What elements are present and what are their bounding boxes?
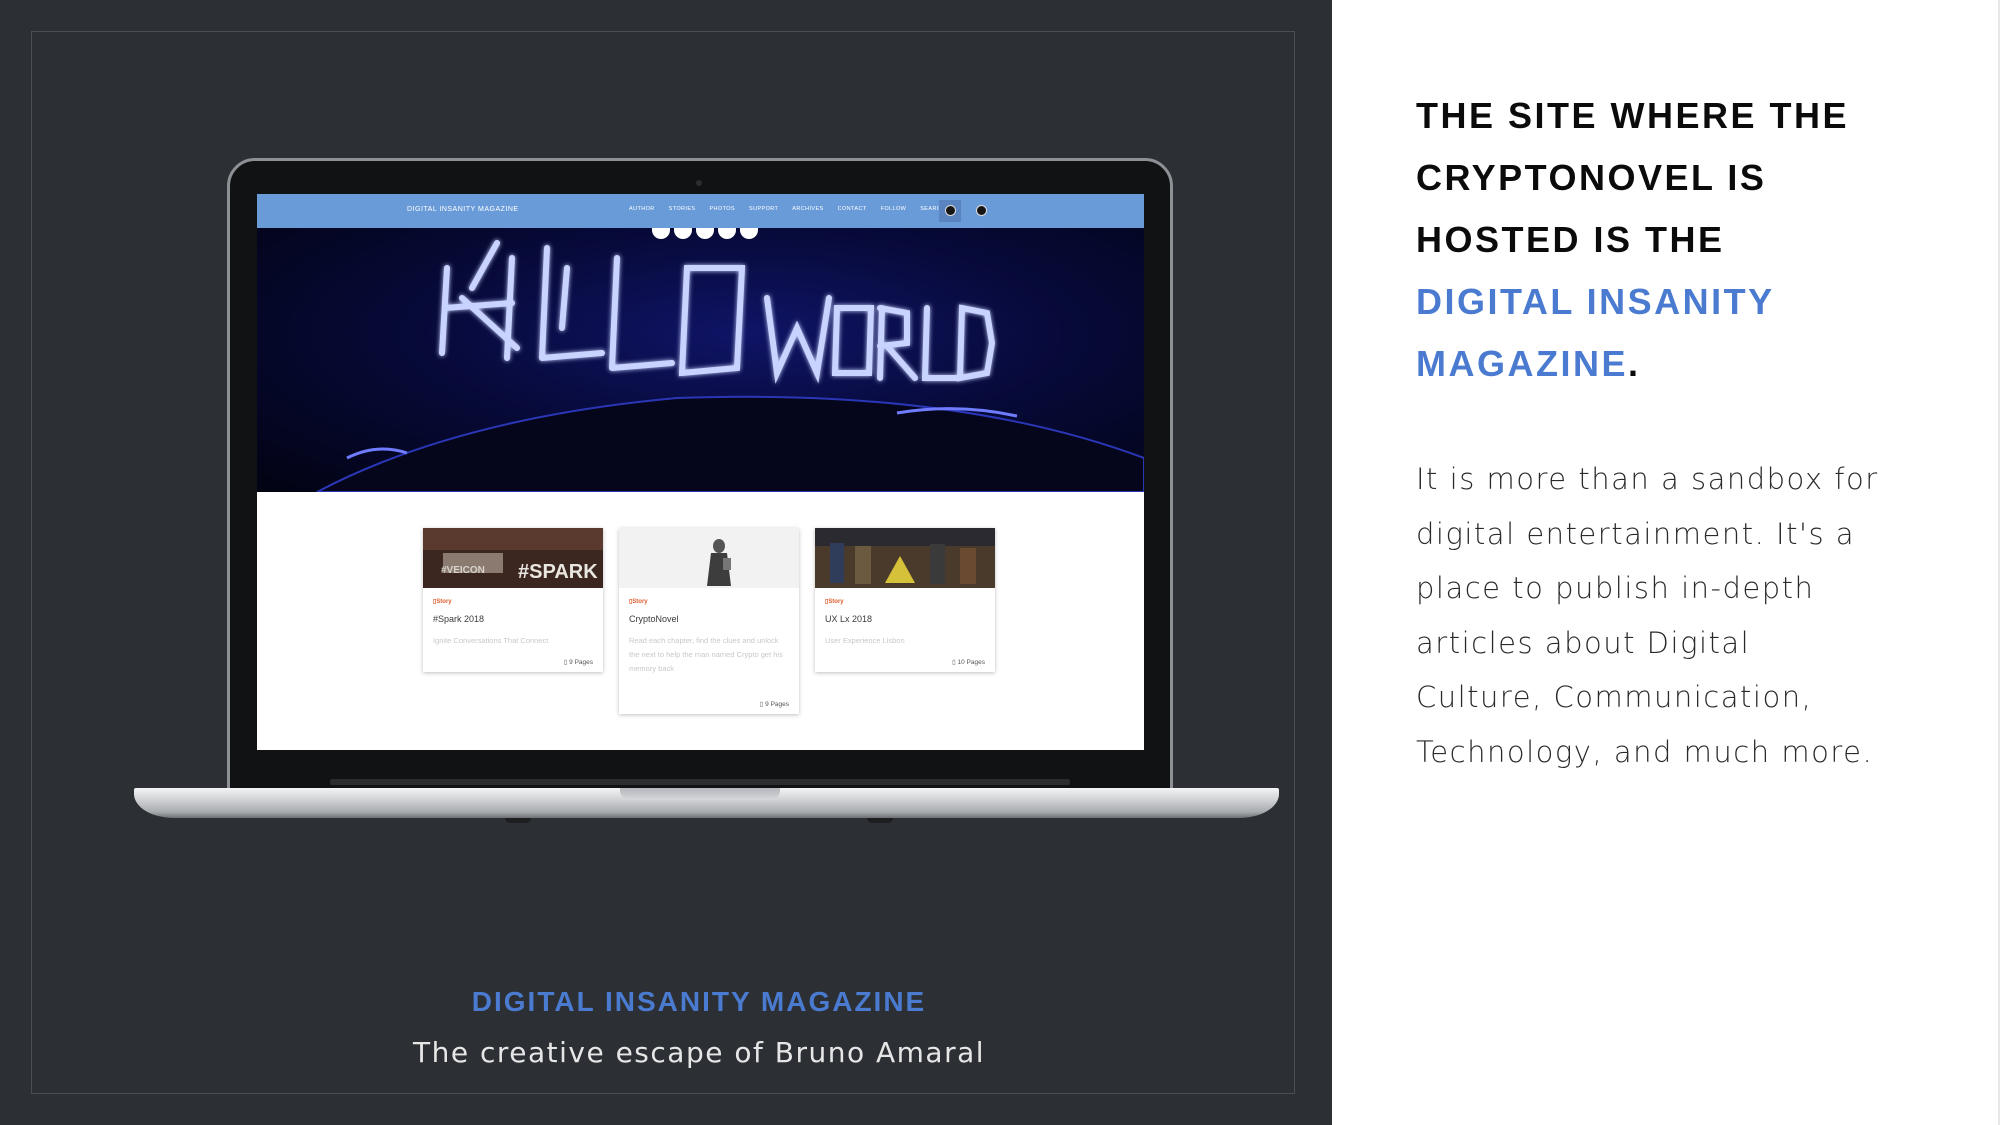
menu-item-support[interactable]: SUPPORT	[749, 206, 778, 212]
info-panel: THE SITE WHERE THE CRYPTONOVEL IS HOSTED…	[1332, 0, 2000, 1125]
card-page-count: ▯ 9 Pages	[759, 701, 789, 708]
menu-item-stories[interactable]: STORIES	[669, 206, 696, 212]
card-description: Read each chapter, find the clues and un…	[629, 636, 783, 673]
menu-item-archives[interactable]: ARCHIVES	[792, 206, 823, 212]
neon-sign-graphic	[316, 240, 1144, 492]
headline-line: HOSTED IS THE	[1416, 219, 1725, 260]
caption-subtitle: The creative escape of Bruno Amaral	[412, 1036, 986, 1069]
menu-item-follow[interactable]: FOLLOW	[881, 206, 907, 212]
uxlx-photo	[815, 528, 995, 588]
headline-period: .	[1628, 343, 1641, 384]
laptop-notch	[620, 788, 780, 800]
headline-line: THE SITE WHERE THE	[1416, 95, 1850, 136]
svg-text:#SPARK: #SPARK	[518, 561, 598, 583]
card-description: Ignite Conversations That Connect	[433, 636, 549, 645]
story-card[interactable]: ▯Story UX Lx 2018 User Experience Lisbon…	[815, 528, 995, 672]
showcase-panel: DIGITAL INSANITY MAGAZINE AUTHOR STORIES…	[0, 0, 1332, 1125]
message-icon[interactable]	[976, 205, 987, 216]
story-card[interactable]: #SPARK #VEICON ▯Story #Spark 2018 Ignite…	[423, 528, 603, 672]
chat-icon[interactable]	[945, 205, 956, 216]
laptop-foot	[505, 818, 531, 823]
card-description: User Experience Lisbon	[825, 636, 905, 645]
site-nav-bar: DIGITAL INSANITY MAGAZINE AUTHOR STORIES…	[257, 194, 1144, 228]
card-page-count: ▯ 10 Pages	[952, 659, 985, 666]
headline-line: CRYPTONOVEL IS	[1416, 157, 1767, 198]
menu-item-photos[interactable]: PHOTOS	[709, 206, 735, 212]
menu-item-contact[interactable]: CONTACT	[838, 206, 867, 212]
card-title[interactable]: UX Lx 2018	[825, 614, 872, 624]
card-image-cryptonovel	[619, 528, 799, 588]
card-tag: ▯Story	[629, 599, 648, 605]
card-image-spark: #SPARK #VEICON	[423, 528, 603, 588]
site-menu: AUTHOR STORIES PHOTOS SUPPORT ARCHIVES C…	[629, 206, 960, 212]
site-brand-link[interactable]: DIGITAL INSANITY MAGAZINE	[407, 206, 519, 213]
laptop-foot	[867, 818, 893, 823]
caption-title: DIGITAL INSANITY MAGAZINE	[471, 986, 927, 1017]
card-tag: ▯Story	[825, 599, 844, 605]
laptop-hinge	[330, 779, 1070, 785]
hero-image	[257, 228, 1144, 492]
card-tag: ▯Story	[433, 599, 452, 605]
card-image-uxlx	[815, 528, 995, 588]
story-card[interactable]: ▯Story CryptoNovel Read each chapter, fi…	[619, 528, 799, 714]
menu-item-author[interactable]: AUTHOR	[629, 206, 655, 212]
headline-accent: MAGAZINE	[1416, 343, 1628, 384]
body-paragraph: It is more than a sandbox for digital en…	[1416, 462, 1879, 769]
headline-accent: DIGITAL INSANITY	[1416, 281, 1775, 322]
cryptonovel-photo	[619, 528, 799, 588]
svg-text:#VEICON: #VEICON	[441, 565, 485, 576]
card-title[interactable]: CryptoNovel	[629, 614, 679, 624]
spark-photo: #SPARK #VEICON	[423, 528, 603, 588]
laptop-screen: DIGITAL INSANITY MAGAZINE AUTHOR STORIES…	[257, 194, 1144, 750]
story-cards: #SPARK #VEICON ▯Story #Spark 2018 Ignite…	[423, 528, 995, 728]
camera-icon	[696, 180, 702, 186]
card-page-count: ▯ 9 Pages	[563, 659, 593, 666]
card-title[interactable]: #Spark 2018	[433, 614, 484, 624]
headline: THE SITE WHERE THE CRYPTONOVEL IS HOSTED…	[1416, 85, 1936, 395]
